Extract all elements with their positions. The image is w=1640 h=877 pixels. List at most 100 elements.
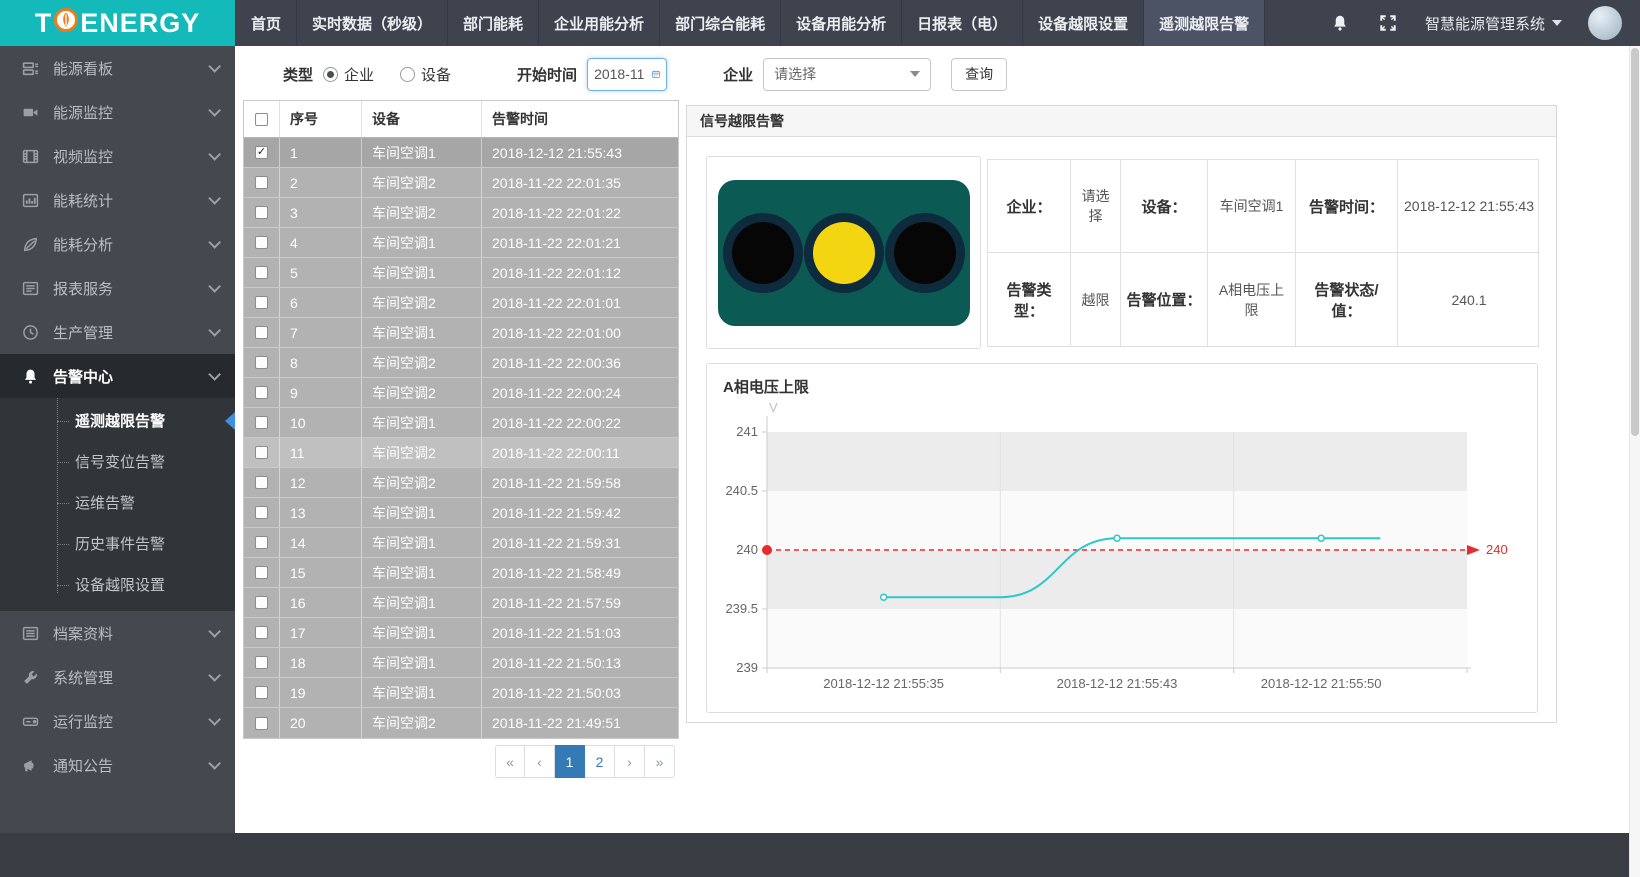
table-row[interactable]: 4 车间空调1 2018-11-22 22:01:21	[244, 228, 678, 258]
row-checkbox[interactable]	[255, 686, 268, 699]
topnav-item[interactable]: 企业用能分析	[539, 0, 660, 46]
system-name-dropdown[interactable]: 智慧能源管理系统	[1425, 13, 1562, 34]
row-checkbox[interactable]	[255, 656, 268, 669]
report-icon	[22, 280, 39, 297]
page-button-»[interactable]: »	[645, 745, 675, 778]
sidebar-item-energy-dashboard[interactable]: 能源看板	[0, 46, 235, 90]
table-row[interactable]: 8 车间空调2 2018-11-22 22:00:36	[244, 348, 678, 378]
table-row[interactable]: 18 车间空调1 2018-11-22 21:50:13	[244, 648, 678, 678]
submenu-item-telemetry-limit-alarm[interactable]: 遥测越限告警	[0, 400, 235, 441]
topnav-item[interactable]: 首页	[235, 0, 297, 46]
enterprise-value: 请选择	[1071, 160, 1121, 253]
vertical-scrollbar[interactable]	[1629, 46, 1640, 877]
topnav-item[interactable]: 部门能耗	[448, 0, 539, 46]
start-time-input[interactable]	[594, 66, 646, 82]
notifications-bell-icon[interactable]	[1329, 12, 1351, 34]
sidebar-item-production-management[interactable]: 生产管理	[0, 310, 235, 354]
page-button-‹[interactable]: ‹	[525, 745, 555, 778]
page-button-1[interactable]: 1	[555, 745, 585, 778]
row-checkbox[interactable]	[255, 176, 268, 189]
sidebar-item-video-monitoring[interactable]: 视频监控	[0, 134, 235, 178]
fullscreen-icon[interactable]	[1377, 12, 1399, 34]
row-checkbox[interactable]	[255, 146, 268, 159]
topnav-item[interactable]: 遥测越限告警	[1144, 0, 1265, 46]
table-row[interactable]: 10 车间空调1 2018-11-22 22:00:22	[244, 408, 678, 438]
row-checkbox[interactable]	[255, 356, 268, 369]
table-row[interactable]: 15 车间空调1 2018-11-22 21:58:49	[244, 558, 678, 588]
radio-icon[interactable]	[323, 67, 338, 82]
row-alarm-time: 2018-11-22 22:01:22	[482, 198, 678, 227]
row-checkbox[interactable]	[255, 416, 268, 429]
submenu-item-history-event-alarm[interactable]: 历史事件告警	[0, 523, 235, 564]
row-checkbox[interactable]	[255, 566, 268, 579]
start-time-input-wrap[interactable]	[587, 58, 667, 91]
sidebar-item-operation-monitoring[interactable]: 运行监控	[0, 699, 235, 743]
scrollbar-thumb[interactable]	[1631, 48, 1639, 436]
topnav-item[interactable]: 设备用能分析	[781, 0, 902, 46]
page-button-2[interactable]: 2	[585, 745, 615, 778]
select-all-checkbox[interactable]	[255, 113, 268, 126]
row-checkbox[interactable]	[255, 626, 268, 639]
row-checkbox[interactable]	[255, 206, 268, 219]
row-checkbox[interactable]	[255, 536, 268, 549]
table-row[interactable]: 11 车间空调2 2018-11-22 22:00:11	[244, 438, 678, 468]
table-row[interactable]: 7 车间空调1 2018-11-22 22:01:00	[244, 318, 678, 348]
table-row[interactable]: 9 车间空调2 2018-11-22 22:00:24	[244, 378, 678, 408]
table-row[interactable]: 5 车间空调1 2018-11-22 22:01:12	[244, 258, 678, 288]
table-row[interactable]: 13 车间空调1 2018-11-22 21:59:42	[244, 498, 678, 528]
row-number: 2	[280, 168, 362, 197]
calendar-icon[interactable]	[652, 67, 660, 81]
table-row[interactable]: 2 车间空调2 2018-11-22 22:01:35	[244, 168, 678, 198]
row-checkbox[interactable]	[255, 506, 268, 519]
row-checkbox[interactable]	[255, 236, 268, 249]
enterprise-select[interactable]: 请选择	[763, 58, 931, 91]
row-checkbox[interactable]	[255, 326, 268, 339]
column-header-no: 序号	[280, 101, 362, 137]
sidebar-item-alarm-center[interactable]: 告警中心	[0, 354, 235, 398]
traffic-light-graphic	[718, 180, 970, 326]
row-checkbox[interactable]	[255, 296, 268, 309]
sidebar-item-archives[interactable]: 档案资料	[0, 611, 235, 655]
type-radio-device[interactable]: 设备	[400, 64, 451, 85]
row-checkbox[interactable]	[255, 446, 268, 459]
row-alarm-time: 2018-11-22 21:59:58	[482, 468, 678, 497]
page-button-›[interactable]: ›	[615, 745, 645, 778]
type-radio-enterprise[interactable]: 企业	[323, 64, 374, 85]
row-alarm-time: 2018-11-22 22:01:21	[482, 228, 678, 257]
sidebar-item-system-management[interactable]: 系统管理	[0, 655, 235, 699]
page-button-«[interactable]: «	[495, 745, 525, 778]
topnav-item[interactable]: 实时数据（秒级）	[297, 0, 448, 46]
table-row[interactable]: 17 车间空调1 2018-11-22 21:51:03	[244, 618, 678, 648]
row-checkbox[interactable]	[255, 717, 268, 730]
table-row[interactable]: 1 车间空调1 2018-12-12 21:55:43	[244, 138, 678, 168]
table-row[interactable]: 19 车间空调1 2018-11-22 21:50:03	[244, 678, 678, 708]
submenu-item-ops-alarm[interactable]: 运维告警	[0, 482, 235, 523]
table-row[interactable]: 20 车间空调2 2018-11-22 21:49:51	[244, 708, 678, 738]
filter-bar: 类型 企业 设备 开始时间 企业 请选择 查询	[235, 52, 1007, 96]
table-row[interactable]: 6 车间空调2 2018-11-22 22:01:01	[244, 288, 678, 318]
table-row[interactable]: 14 车间空调1 2018-11-22 21:59:31	[244, 528, 678, 558]
radio-icon[interactable]	[400, 67, 415, 82]
row-checkbox[interactable]	[255, 266, 268, 279]
table-row[interactable]: 12 车间空调2 2018-11-22 21:59:58	[244, 468, 678, 498]
row-number: 19	[280, 678, 362, 707]
user-avatar[interactable]	[1588, 6, 1622, 40]
sidebar-item-report-service[interactable]: 报表服务	[0, 266, 235, 310]
row-checkbox[interactable]	[255, 386, 268, 399]
sidebar-item-energy-analysis[interactable]: 能耗分析	[0, 222, 235, 266]
submenu-item-device-limit-setting[interactable]: 设备越限设置	[0, 564, 235, 605]
topnav-item[interactable]: 日报表（电）	[902, 0, 1023, 46]
row-checkbox[interactable]	[255, 476, 268, 489]
table-row[interactable]: 3 车间空调2 2018-11-22 22:01:22	[244, 198, 678, 228]
submenu-item-signal-change-alarm[interactable]: 信号变位告警	[0, 441, 235, 482]
row-checkbox[interactable]	[255, 596, 268, 609]
table-row[interactable]: 16 车间空调1 2018-11-22 21:57:59	[244, 588, 678, 618]
sidebar-item-notices[interactable]: 通知公告	[0, 743, 235, 787]
topnav-item[interactable]: 部门综合能耗	[660, 0, 781, 46]
sidebar-item-energy-statistics[interactable]: 能耗统计	[0, 178, 235, 222]
logo-leaf-icon	[53, 7, 79, 40]
row-number: 3	[280, 198, 362, 227]
sidebar-item-energy-monitoring[interactable]: 能源监控	[0, 90, 235, 134]
topnav-item[interactable]: 设备越限设置	[1023, 0, 1144, 46]
query-button[interactable]: 查询	[951, 58, 1007, 91]
